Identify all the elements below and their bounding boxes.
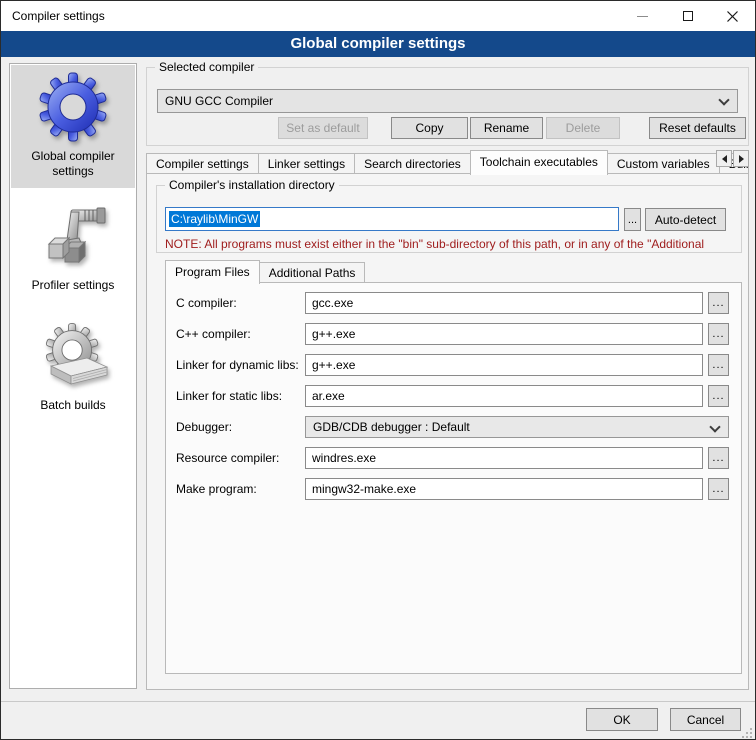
resource-compiler-row: Resource compiler: windres.exe ...	[166, 447, 741, 469]
make-program-input[interactable]: mingw32-make.exe	[305, 478, 703, 500]
window-controls	[620, 1, 755, 31]
arrow-left-icon	[722, 155, 727, 163]
field-value: g++.exe	[312, 358, 355, 372]
gear-stack-icon	[37, 320, 109, 392]
make-program-browse-button[interactable]: ...	[708, 478, 729, 500]
selected-compiler-legend: Selected compiler	[155, 60, 258, 75]
subtab-additional-paths[interactable]: Additional Paths	[259, 262, 366, 283]
copy-button[interactable]: Copy	[391, 117, 468, 139]
chevron-down-icon	[709, 421, 720, 432]
resource-compiler-browse-button[interactable]: ...	[708, 447, 729, 469]
static-linker-input[interactable]: ar.exe	[305, 385, 703, 407]
field-value: gcc.exe	[312, 296, 353, 310]
sidebar-item-global-compiler-settings[interactable]: Global compiler settings	[11, 65, 135, 188]
close-icon	[727, 11, 738, 22]
delete-button[interactable]: Delete	[546, 117, 620, 139]
sidebar-item-label: Profiler settings	[26, 278, 121, 293]
chevron-down-icon	[718, 94, 729, 105]
compiler-select-value: GNU GCC Compiler	[165, 90, 273, 112]
window-title: Compiler settings	[12, 1, 105, 31]
cpp-compiler-input[interactable]: g++.exe	[305, 323, 703, 345]
settings-category-list: Global compiler settings	[9, 63, 137, 689]
cancel-button[interactable]: Cancel	[670, 708, 741, 731]
c-compiler-row: C compiler: gcc.exe ...	[166, 292, 741, 314]
maximize-icon	[683, 11, 693, 21]
settings-tab-strip: Compiler settings Linker settings Search…	[146, 149, 749, 174]
title-bar[interactable]: Compiler settings	[1, 1, 755, 31]
subtab-program-files[interactable]: Program Files	[165, 260, 260, 284]
c-compiler-browse-button[interactable]: ...	[708, 292, 729, 314]
close-button[interactable]	[710, 1, 755, 31]
sidebar-item-label: Global compiler settings	[11, 149, 135, 179]
installation-directory-input[interactable]: C:\raylib\MinGW	[165, 207, 619, 231]
resource-compiler-input[interactable]: windres.exe	[305, 447, 703, 469]
resize-grip[interactable]	[742, 728, 752, 738]
arrow-right-icon	[739, 155, 744, 163]
note-text: NOTE: All programs must exist either in …	[165, 237, 739, 251]
program-files-panel: C compiler: gcc.exe ... C++ compiler: g+…	[165, 282, 742, 674]
reset-defaults-button[interactable]: Reset defaults	[649, 117, 746, 139]
gear-blue-icon	[37, 71, 109, 143]
field-value: windres.exe	[312, 451, 376, 465]
dynamic-linker-browse-button[interactable]: ...	[708, 354, 729, 376]
field-label: Resource compiler:	[176, 447, 279, 469]
dialog-body: Global compiler settings	[1, 57, 755, 740]
debugger-select-value: GDB/CDB debugger : Default	[313, 417, 470, 437]
dynamic-linker-row: Linker for dynamic libs: g++.exe ...	[166, 354, 741, 376]
tab-search-directories[interactable]: Search directories	[354, 153, 471, 174]
installation-directory-group: Compiler's installation directory C:\ray…	[156, 185, 742, 253]
minimize-icon	[637, 16, 648, 17]
debugger-row: Debugger: GDB/CDB debugger : Default	[166, 416, 741, 438]
installation-directory-value: C:\raylib\MinGW	[169, 211, 260, 227]
sidebar-item-profiler-settings[interactable]: Profiler settings	[11, 192, 135, 312]
set-as-default-button[interactable]: Set as default	[278, 117, 368, 139]
footer-divider	[1, 701, 755, 702]
tab-linker-settings[interactable]: Linker settings	[258, 153, 355, 174]
installation-directory-legend: Compiler's installation directory	[165, 178, 339, 193]
minimize-button[interactable]	[620, 1, 665, 31]
auto-detect-button[interactable]: Auto-detect	[645, 208, 726, 231]
sidebar-item-label: Batch builds	[34, 398, 111, 413]
field-value: ar.exe	[312, 389, 345, 403]
page-title: Global compiler settings	[1, 31, 755, 57]
tab-custom-variables[interactable]: Custom variables	[607, 153, 720, 174]
static-linker-browse-button[interactable]: ...	[708, 385, 729, 407]
field-label: Make program:	[176, 478, 257, 500]
debugger-select[interactable]: GDB/CDB debugger : Default	[305, 416, 729, 438]
sidebar-item-batch-builds[interactable]: Batch builds	[11, 312, 135, 432]
rename-button[interactable]: Rename	[470, 117, 543, 139]
tab-scroll-right-button[interactable]	[733, 150, 749, 167]
make-program-row: Make program: mingw32-make.exe ...	[166, 478, 741, 500]
field-value: mingw32-make.exe	[312, 482, 416, 496]
field-label: C compiler:	[176, 292, 237, 314]
toolchain-executables-panel: Compiler's installation directory C:\ray…	[146, 173, 749, 690]
tab-scroll-arrows	[715, 150, 749, 167]
ok-button[interactable]: OK	[586, 708, 658, 731]
field-value: g++.exe	[312, 327, 355, 341]
c-compiler-input[interactable]: gcc.exe	[305, 292, 703, 314]
maximize-button[interactable]	[665, 1, 710, 31]
cpp-compiler-browse-button[interactable]: ...	[708, 323, 729, 345]
compiler-select[interactable]: GNU GCC Compiler	[157, 89, 738, 113]
cpp-compiler-row: C++ compiler: g++.exe ...	[166, 323, 741, 345]
compiler-button-row: Set as default Copy Rename Delete Reset …	[157, 117, 746, 139]
tab-scroll-left-button[interactable]	[716, 150, 732, 167]
field-label: C++ compiler:	[176, 323, 251, 345]
tab-compiler-settings[interactable]: Compiler settings	[146, 153, 259, 174]
static-linker-row: Linker for static libs: ar.exe ...	[166, 385, 741, 407]
dynamic-linker-input[interactable]: g++.exe	[305, 354, 703, 376]
tab-toolchain-executables[interactable]: Toolchain executables	[470, 150, 608, 175]
field-label: Linker for static libs:	[176, 385, 282, 407]
field-label: Linker for dynamic libs:	[176, 354, 299, 376]
field-label: Debugger:	[176, 416, 232, 438]
caliper-icon	[37, 200, 109, 272]
installation-directory-browse-button[interactable]: ...	[624, 208, 641, 231]
program-files-tab-strip: Program Files Additional Paths	[165, 259, 365, 283]
selected-compiler-group: Selected compiler GNU GCC Compiler Set a…	[146, 67, 749, 146]
compiler-settings-dialog: Compiler settings Global compiler settin…	[0, 0, 756, 740]
